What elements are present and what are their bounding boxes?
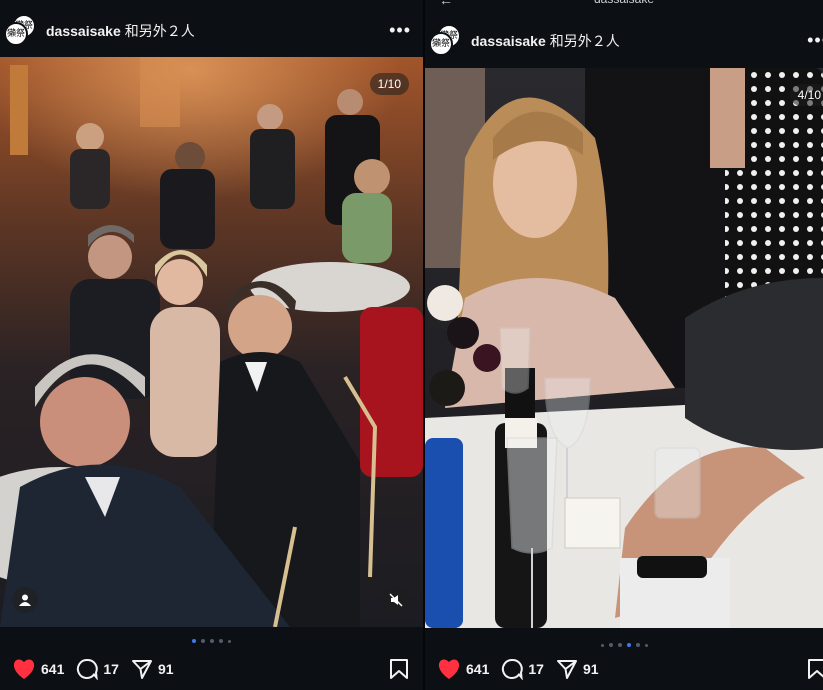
collab-text[interactable]: 和另外２人 — [125, 21, 195, 41]
image-counter: 4/10 — [789, 84, 823, 106]
mute-icon[interactable] — [383, 587, 409, 613]
collab-avatars[interactable]: 獺祭 獺祭 — [429, 24, 471, 58]
bookmark-icon[interactable] — [807, 658, 823, 685]
user-tag-icon[interactable] — [12, 587, 38, 613]
post-photo[interactable]: 1/10 — [0, 57, 423, 627]
username[interactable]: dassaisake — [471, 33, 546, 49]
carousel-dot — [219, 639, 223, 643]
share-count: 91 — [582, 661, 599, 677]
comment-icon[interactable] — [501, 658, 524, 680]
carousel-dots — [0, 639, 423, 643]
top-bar: ← dassaisake — [425, 0, 823, 12]
avatar[interactable]: 獺祭 — [4, 22, 28, 46]
like-button[interactable]: 641 — [437, 658, 489, 680]
avatar[interactable]: 獺祭 — [429, 32, 453, 56]
carousel-dot — [210, 639, 214, 643]
share-button[interactable]: 91 — [131, 658, 174, 680]
post-panel-left: 獺祭 獺祭 dassaisake 和另外２人 ••• — [0, 0, 423, 690]
back-arrow-icon[interactable]: ← — [439, 0, 453, 8]
photo-illustration — [425, 68, 823, 628]
carousel-dot — [635, 643, 640, 647]
top-bar-title: dassaisake — [594, 0, 654, 6]
comment-count: 17 — [103, 661, 119, 677]
carousel-dot — [192, 639, 196, 643]
like-count: 641 — [466, 661, 490, 677]
image-counter: 1/10 — [369, 73, 409, 95]
carousel-dot — [617, 643, 622, 647]
collab-text[interactable]: 和另外２人 — [550, 31, 620, 51]
carousel-dot — [600, 644, 604, 647]
action-bar: 641 17 91 — [425, 654, 823, 684]
more-options-icon[interactable]: ••• — [389, 20, 411, 41]
like-count: 641 — [41, 661, 65, 677]
post-photo[interactable]: 4/10 — [425, 68, 823, 628]
carousel-dot — [201, 639, 205, 643]
carousel-dot — [608, 643, 613, 647]
post-header: 獺祭 獺祭 dassaisake 和另外２人 ••• — [0, 14, 423, 48]
comment-button[interactable]: 17 — [501, 658, 544, 680]
carousel-dot — [228, 640, 231, 643]
username[interactable]: dassaisake — [46, 23, 121, 39]
action-bar: 641 17 91 — [0, 654, 423, 684]
share-button[interactable]: 91 — [556, 658, 599, 680]
heart-icon[interactable] — [12, 658, 36, 680]
comment-icon[interactable] — [76, 658, 99, 680]
heart-icon[interactable] — [437, 658, 461, 680]
carousel-dot — [626, 643, 631, 647]
comment-button[interactable]: 17 — [76, 658, 119, 680]
like-button[interactable]: 641 — [12, 658, 64, 680]
post-panel-right: ← dassaisake 獺祭 獺祭 dassaisake 和另外２人 ••• — [425, 0, 823, 690]
bookmark-icon[interactable] — [389, 658, 409, 685]
carousel-dot — [644, 644, 648, 647]
comment-count: 17 — [528, 661, 544, 677]
share-icon[interactable] — [556, 658, 578, 680]
more-options-icon[interactable]: ••• — [807, 30, 823, 51]
carousel-dots — [425, 643, 823, 647]
share-icon[interactable] — [131, 658, 153, 680]
post-header: 獺祭 獺祭 dassaisake 和另外２人 ••• — [425, 24, 823, 58]
share-count: 91 — [157, 661, 174, 677]
photo-illustration — [0, 57, 423, 627]
collab-avatars[interactable]: 獺祭 獺祭 — [4, 14, 46, 48]
